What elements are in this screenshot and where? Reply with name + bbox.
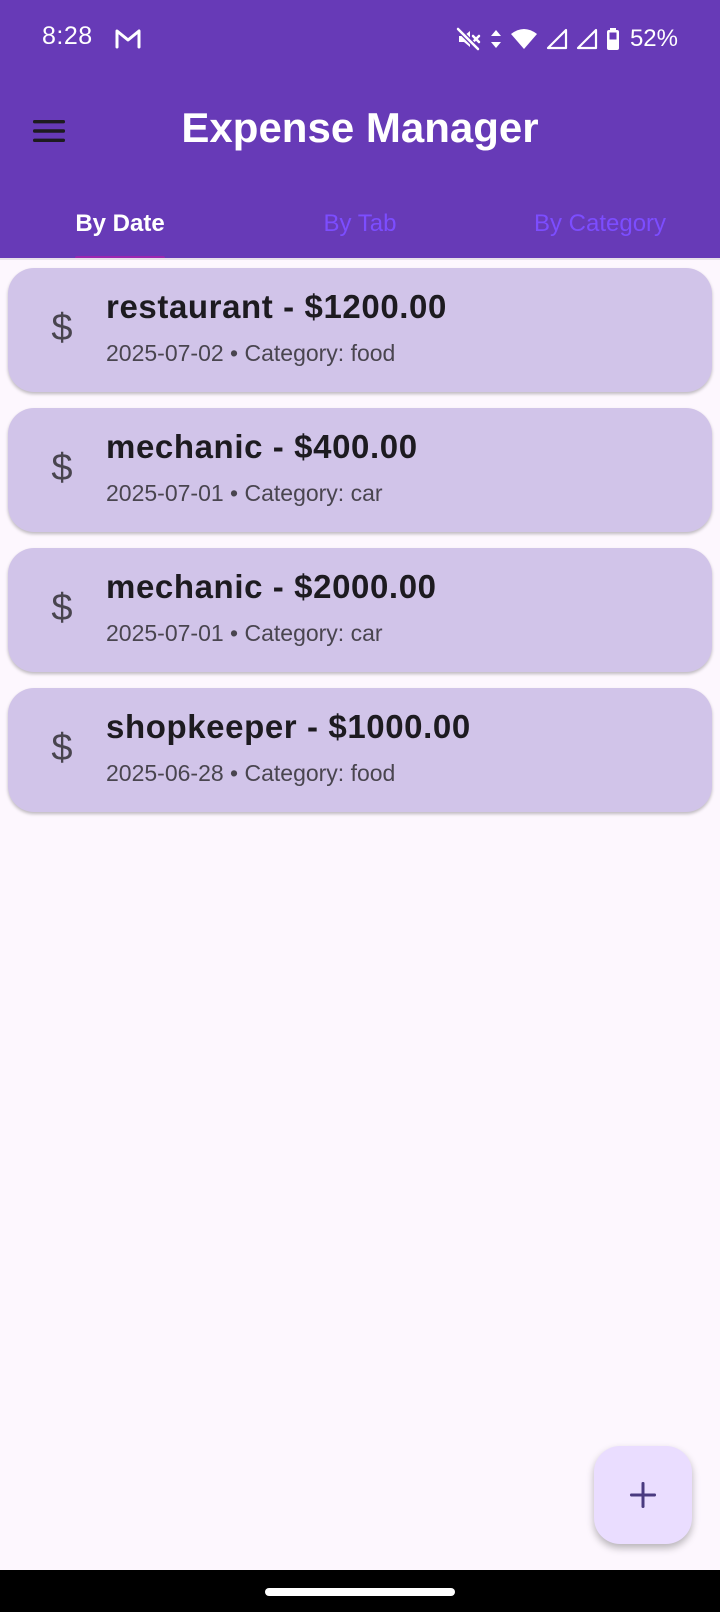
tab-bar: By Date By Tab By Category bbox=[0, 190, 720, 260]
app-bar: 8:28 52% Expense Manager By Date By Tab … bbox=[0, 0, 720, 260]
signal-icon bbox=[546, 28, 568, 50]
dollar-icon: $ bbox=[51, 726, 73, 769]
expense-title: restaurant - $1200.00 bbox=[106, 288, 447, 325]
page-title: Expense Manager bbox=[181, 104, 539, 151]
tab-by-date[interactable]: By Date bbox=[0, 190, 240, 260]
status-icons: 52% bbox=[456, 24, 678, 54]
dollar-icon: $ bbox=[51, 306, 73, 349]
expense-card[interactable]: $ restaurant - $1200.00 2025-07-02 • Cat… bbox=[8, 268, 712, 392]
expense-title: mechanic - $2000.00 bbox=[106, 568, 437, 605]
signal-icon bbox=[576, 28, 598, 50]
tab-by-category[interactable]: By Category bbox=[480, 190, 720, 258]
expense-list: $ restaurant - $1200.00 2025-07-02 • Cat… bbox=[8, 268, 712, 828]
add-expense-button[interactable] bbox=[594, 1446, 692, 1544]
tab-by-tab[interactable]: By Tab bbox=[240, 190, 480, 258]
add-icon bbox=[630, 1482, 656, 1508]
expense-subtitle: 2025-07-01 • Category: car bbox=[106, 480, 383, 506]
tab-label: By Category bbox=[533, 210, 667, 237]
status-bar: 8:28 52% bbox=[0, 0, 720, 80]
expense-subtitle: 2025-07-02 • Category: food bbox=[106, 340, 396, 366]
expense-subtitle: 2025-07-01 • Category: car bbox=[106, 620, 383, 646]
expense-card[interactable]: $ mechanic - $2000.00 2025-07-01 • Categ… bbox=[8, 548, 712, 672]
divider bbox=[0, 258, 720, 260]
battery-icon bbox=[606, 27, 620, 51]
home-gesture-handle[interactable] bbox=[265, 1588, 455, 1596]
wifi-icon bbox=[510, 28, 538, 50]
dollar-icon: $ bbox=[51, 586, 73, 629]
data-arrows-icon bbox=[490, 27, 502, 51]
system-nav-bar bbox=[0, 1570, 720, 1612]
expense-subtitle: 2025-06-28 • Category: food bbox=[106, 760, 396, 786]
expense-card[interactable]: $ shopkeeper - $1000.00 2025-06-28 • Cat… bbox=[8, 688, 712, 812]
dollar-icon: $ bbox=[51, 446, 73, 489]
expense-title: mechanic - $400.00 bbox=[106, 428, 418, 465]
status-time: 8:28 bbox=[42, 22, 93, 50]
expense-title: shopkeeper - $1000.00 bbox=[106, 708, 471, 745]
expense-card[interactable]: $ mechanic - $400.00 2025-07-01 • Catego… bbox=[8, 408, 712, 532]
battery-percentage: 52% bbox=[629, 25, 678, 52]
gmail-icon bbox=[115, 27, 141, 49]
mute-icon bbox=[456, 27, 482, 51]
tab-label: By Date bbox=[75, 210, 165, 237]
tab-label: By Tab bbox=[323, 210, 397, 237]
